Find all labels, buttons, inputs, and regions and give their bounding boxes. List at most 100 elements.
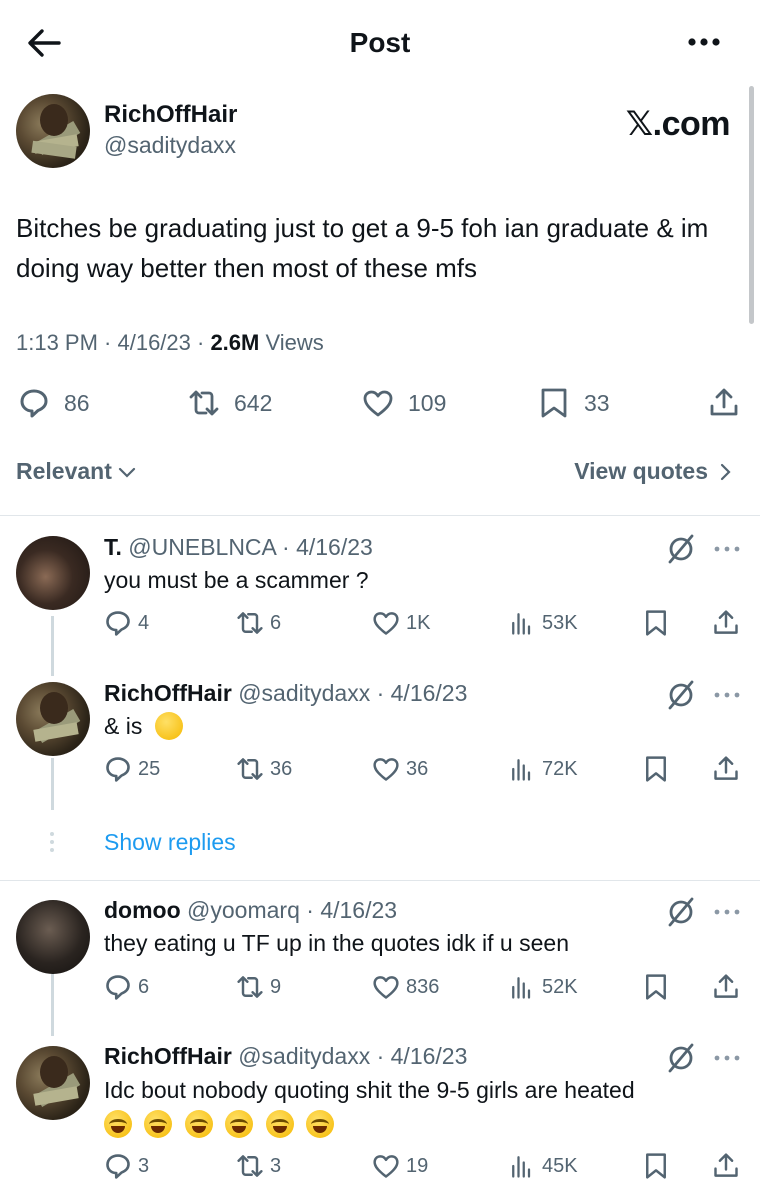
more-options-icon[interactable] [686,30,722,54]
share-button[interactable] [712,752,740,786]
grok-icon[interactable] [666,680,696,710]
reply-action-bar: 3 3 19 45K [0,1149,760,1183]
avatar[interactable] [16,536,90,610]
reply-button[interactable]: 6 [104,970,149,1004]
view-quotes-link[interactable]: View quotes [574,458,736,485]
reply-button[interactable]: 86 [18,380,90,426]
views-button[interactable]: 45K [508,1149,578,1183]
post-action-bar: 86 642 109 33 [0,380,760,426]
post-views-count: 2.6M [210,330,260,355]
views-count: 52K [542,975,578,998]
bookmark-count: 33 [584,389,610,416]
like-button[interactable]: 109 [362,380,446,426]
repost-icon [237,758,263,780]
reply-action-bar: 4 6 1K 53K [0,606,760,640]
more-icon[interactable] [712,542,742,556]
views-button[interactable]: 52K [508,970,578,1004]
grok-icon[interactable] [666,534,696,564]
reply-author-handle[interactable]: @yoomarq [187,897,300,923]
avatar[interactable] [16,682,90,756]
scrollbar[interactable] [749,86,754,324]
views-button[interactable]: 53K [508,606,578,640]
reply-button[interactable]: 25 [104,752,160,786]
share-button[interactable] [712,606,740,640]
bookmark-icon [646,610,666,636]
bookmark-button[interactable] [642,752,670,786]
avatar[interactable] [16,900,90,974]
reply-date: · 4/16/23 [376,1043,468,1069]
bookmark-icon [541,388,567,418]
reply-author-handle[interactable]: @UNEBLNCA [128,534,275,560]
reply-text: you must be a scammer ? [104,567,369,593]
more-icon[interactable] [712,905,742,919]
sort-dropdown[interactable]: Relevant [16,458,138,485]
views-bar-chart-icon [512,613,531,635]
heart-icon [373,758,399,781]
repost-icon [189,390,219,416]
views-bar-chart-icon [512,977,531,999]
views-button[interactable]: 72K [508,752,578,786]
repost-button[interactable]: 3 [236,1149,281,1183]
bookmark-button[interactable] [642,606,670,640]
like-button[interactable]: 36 [372,752,428,786]
grok-icon[interactable] [666,897,696,927]
top-bar: Post [0,0,760,86]
reply-count: 86 [64,389,90,416]
reply-date: · 4/16/23 [376,680,468,706]
repost-icon [237,976,263,998]
reply-header: RichOffHair @saditydaxx · 4/16/23 [104,1043,467,1070]
like-count: 36 [406,757,429,780]
crying-laughing-cat-emoji [104,1110,132,1138]
reply-count: 4 [138,611,150,634]
author-handle[interactable]: @saditydaxx [104,132,236,159]
crying-laughing-cat-emoji [265,1110,294,1138]
heart-icon [373,976,399,999]
author-name[interactable]: RichOffHair [104,101,237,129]
repost-count: 642 [234,389,273,416]
x-com-watermark: 𝕏.com [625,105,731,143]
reply-author-handle[interactable]: @saditydaxx [238,1043,370,1069]
reply-author-name[interactable]: RichOffHair [104,1043,232,1069]
crying-laughing-cat-emoji [144,1110,173,1138]
post-timestamp: 1:13 PM · 4/16/23 · [16,330,211,355]
like-button[interactable]: 1K [372,606,430,640]
reply-button[interactable]: 4 [104,606,149,640]
reply-author-name[interactable]: domoo [104,897,181,923]
repost-count: 9 [270,975,282,998]
repost-button[interactable]: 642 [188,380,272,426]
reply-action-bar: 25 36 36 72K [0,752,760,786]
reply-text: & is [104,713,143,739]
more-icon[interactable] [712,1051,742,1065]
repost-button[interactable]: 6 [236,606,281,640]
view-quotes-label: View quotes [574,458,708,484]
reply-author-name[interactable]: T. [104,534,122,560]
repost-icon [237,1155,263,1177]
like-button[interactable]: 19 [372,1149,428,1183]
share-button[interactable] [712,970,740,1004]
bookmark-icon [646,756,666,782]
reply-button[interactable]: 3 [104,1149,149,1183]
avatar[interactable] [16,1046,90,1120]
reply-icon [106,757,130,782]
show-replies-link[interactable]: Show replies [104,829,236,856]
share-button[interactable] [712,1149,740,1183]
share-button[interactable] [708,380,740,426]
page-title: Post [349,27,411,58]
like-button[interactable]: 836 [372,970,439,1004]
reply-sort-row: Relevant View quotes [0,452,760,494]
bookmark-button[interactable] [642,1149,670,1183]
share-icon [710,388,738,416]
bookmark-button[interactable]: 33 [538,380,610,426]
grok-icon[interactable] [666,1043,696,1073]
share-icon [714,610,738,634]
more-icon[interactable] [712,688,742,702]
money-fan-image [33,692,81,744]
repost-button[interactable]: 9 [236,970,281,1004]
repost-button[interactable]: 36 [236,752,292,786]
reply-author-handle[interactable]: @saditydaxx [238,680,370,706]
views-count: 72K [542,757,578,780]
author-avatar[interactable] [16,94,90,168]
bookmark-button[interactable] [642,970,670,1004]
crying-laughing-cat-emoji [184,1110,213,1138]
reply-author-name[interactable]: RichOffHair [104,680,232,706]
